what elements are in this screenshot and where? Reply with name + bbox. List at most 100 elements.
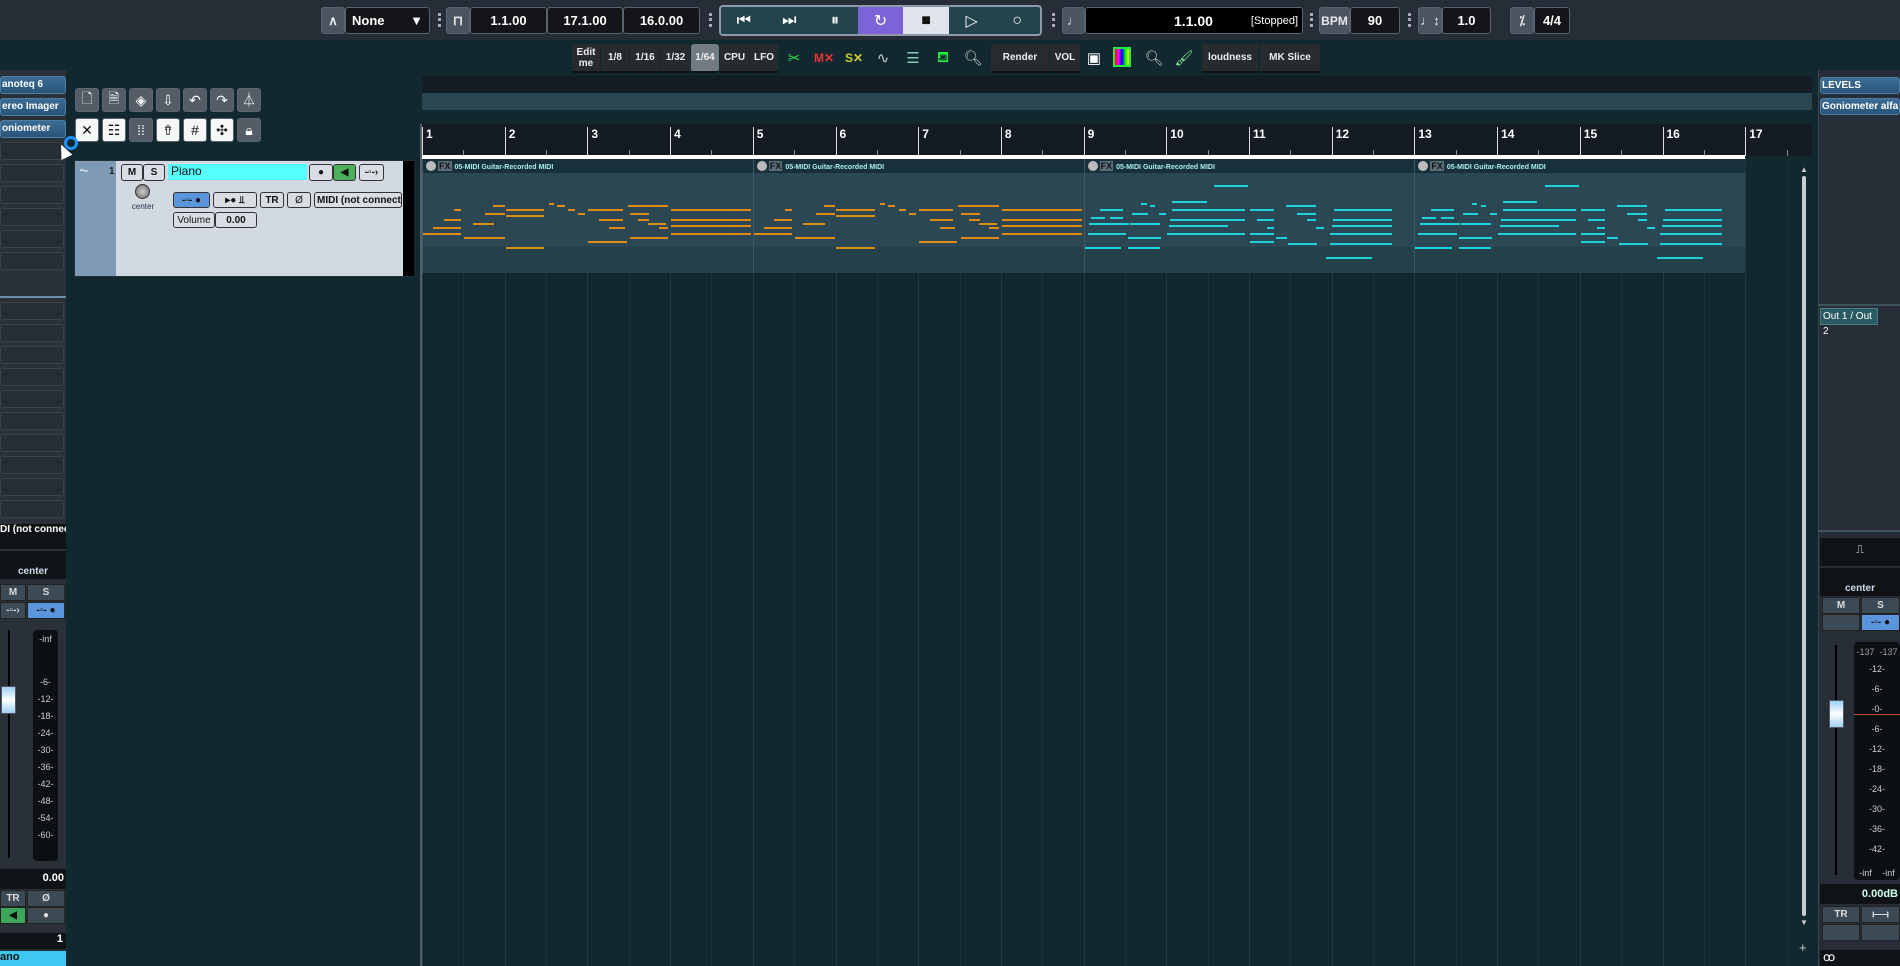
- phase-invert-button[interactable]: Ø: [287, 192, 311, 208]
- solo-button[interactable]: S: [1861, 597, 1900, 614]
- metronome-icon[interactable]: ⏃: [237, 88, 261, 112]
- snap-dropdown[interactable]: None ▼: [345, 7, 430, 34]
- volume-fader[interactable]: [1, 686, 16, 714]
- midi-input-select[interactable]: MIDI (not connect: [314, 192, 402, 208]
- empty-button[interactable]: [1822, 614, 1860, 631]
- empty-button[interactable]: [1861, 924, 1900, 941]
- empty-plugin-slot[interactable]: [0, 208, 64, 226]
- track-tr-button[interactable]: TR: [260, 192, 284, 208]
- skip-to-end-button[interactable]: ⏭: [767, 7, 813, 34]
- grip-handle[interactable]: [1052, 13, 1055, 27]
- loop-toggle-button[interactable]: ↻: [857, 7, 904, 34]
- empty-plugin-slot[interactable]: [0, 390, 64, 408]
- edit-me-button[interactable]: Edit me: [572, 44, 600, 73]
- snap-move-icon[interactable]: ⇮: [156, 118, 180, 142]
- track-name-field[interactable]: Piano: [168, 164, 307, 180]
- plugin-slot[interactable]: oniometer: [0, 120, 66, 138]
- tr-button[interactable]: TR: [0, 890, 26, 907]
- solo-clip-icon[interactable]: S✕: [843, 47, 865, 69]
- clip-header[interactable]: FX 05-MIDI Guitar-Recorded MIDI: [1415, 159, 1746, 173]
- speaker-icon[interactable]: ◀: [0, 907, 26, 924]
- grid-1-64-button[interactable]: 1/64: [691, 44, 719, 73]
- collapse-icon[interactable]: ✣: [210, 118, 234, 142]
- loudness-button[interactable]: loudness: [1202, 44, 1258, 73]
- snap-icon[interactable]: ∧: [321, 7, 345, 34]
- grip-handle[interactable]: [438, 13, 441, 27]
- loop-range-icon[interactable]: ⊓: [446, 7, 470, 34]
- master-volume-fader[interactable]: [1829, 700, 1844, 728]
- solo-button[interactable]: S: [27, 584, 65, 601]
- track-solo-button[interactable]: S: [143, 164, 165, 181]
- render-button[interactable]: Render: [991, 44, 1049, 73]
- lock-icon[interactable]: 🔒︎: [237, 118, 261, 142]
- mute-clip-icon[interactable]: M✕: [813, 47, 835, 69]
- record-button[interactable]: ○: [994, 7, 1040, 34]
- scroll-up-icon[interactable]: ▲: [1799, 165, 1809, 174]
- clip-fx-button[interactable]: FX: [768, 161, 783, 171]
- vertical-scrollbar[interactable]: ▲ ▼: [1799, 165, 1809, 935]
- waveform-icon[interactable]: ∿: [872, 47, 894, 69]
- scroll-thumb[interactable]: [1802, 176, 1806, 916]
- clip-knob-icon[interactable]: [1087, 161, 1098, 171]
- empty-plugin-slot[interactable]: [0, 324, 64, 342]
- volume-readout[interactable]: 0.00: [0, 869, 66, 889]
- pan-control[interactable]: center: [1820, 568, 1900, 596]
- empty-plugin-slot[interactable]: [0, 186, 64, 204]
- save-down-icon[interactable]: ⇩: [156, 88, 180, 112]
- link-icon[interactable]: ⟝⟞: [1861, 906, 1900, 923]
- clip-header[interactable]: FX 05-MIDI Guitar-Recorded MIDI: [1084, 159, 1415, 173]
- overview-bar[interactable]: [422, 76, 1812, 93]
- pan-control[interactable]: center: [0, 551, 66, 579]
- clip-knob-icon[interactable]: [426, 161, 436, 171]
- tr-button[interactable]: TR: [1822, 906, 1860, 923]
- input-monitor-button[interactable]: -▫- ●: [173, 192, 210, 208]
- pitch-field[interactable]: 1.0: [1442, 7, 1491, 34]
- monitor-speaker-icon[interactable]: ◀: [333, 164, 356, 181]
- stop-button[interactable]: ■: [903, 7, 949, 34]
- master-volume-readout[interactable]: 0.00dB: [1820, 884, 1900, 904]
- window-icon[interactable]: ▣: [1083, 47, 1105, 69]
- brush-icon[interactable]: 🖌︎: [1173, 47, 1195, 69]
- zoom-auto-icon[interactable]: 🔍︎: [1143, 47, 1165, 69]
- new-file-icon[interactable]: 🗋︎: [75, 88, 99, 112]
- midi-clip[interactable]: FX 05-MIDI Guitar-Recorded MIDI: [1414, 159, 1746, 273]
- record-mode-button[interactable]: ▸● ⫫: [213, 192, 257, 208]
- add-track-icon[interactable]: +: [1799, 940, 1807, 955]
- paint-bucket-icon[interactable]: ⛾: [932, 47, 954, 69]
- output-route-button[interactable]: -▫-›: [0, 602, 26, 619]
- clip-knob-icon[interactable]: [756, 161, 767, 171]
- empty-button[interactable]: [1822, 924, 1860, 941]
- record-arm-button[interactable]: ●: [309, 164, 333, 181]
- midi-clip[interactable]: FX 05-MIDI Guitar-Recorded MIDI: [422, 159, 753, 273]
- empty-plugin-slot[interactable]: [0, 412, 64, 430]
- empty-plugin-slot[interactable]: [0, 346, 64, 364]
- zoom-icon[interactable]: 🔍︎: [962, 47, 984, 69]
- pan-knob[interactable]: [135, 184, 150, 199]
- empty-plugin-slot[interactable]: [0, 230, 64, 248]
- empty-plugin-slot[interactable]: [0, 164, 64, 182]
- clip-header[interactable]: FX 05-MIDI Guitar-Recorded MIDI: [423, 159, 753, 173]
- loop-start-field[interactable]: 1.1.00: [470, 7, 547, 34]
- grip-handle[interactable]: [1408, 13, 1411, 27]
- clip-fx-button[interactable]: FX: [438, 161, 452, 171]
- clip-fx-button[interactable]: FX: [1099, 161, 1114, 171]
- stereo-route-icon[interactable]: ⎍: [1820, 538, 1900, 566]
- plugin-slot[interactable]: Goniometer alfa 0.: [1820, 98, 1900, 115]
- vol-button[interactable]: VOL: [1050, 44, 1080, 73]
- mute-button[interactable]: M: [0, 584, 26, 601]
- empty-plugin-slot[interactable]: [0, 302, 64, 320]
- empty-plugin-slot[interactable]: [0, 478, 64, 496]
- color-icon[interactable]: [1113, 47, 1131, 67]
- bpm-field[interactable]: 90: [1350, 7, 1400, 34]
- clip-fx-button[interactable]: FX: [1430, 161, 1444, 171]
- track-mute-button[interactable]: M: [121, 164, 143, 181]
- cpu-button[interactable]: CPU: [720, 44, 749, 73]
- levels-header[interactable]: LEVELS: [1820, 77, 1900, 94]
- open-file-icon[interactable]: 🗎︎: [102, 88, 126, 112]
- plugin-slot[interactable]: ereo Imager: [0, 98, 66, 116]
- grid-1-32-button[interactable]: 1/32: [661, 44, 690, 73]
- output-select[interactable]: Out 1 / Out 2: [1820, 308, 1878, 337]
- input-monitor-button[interactable]: -▫- ●: [27, 602, 65, 619]
- list-icon[interactable]: ☰: [902, 47, 924, 69]
- empty-plugin-slot[interactable]: [0, 252, 64, 270]
